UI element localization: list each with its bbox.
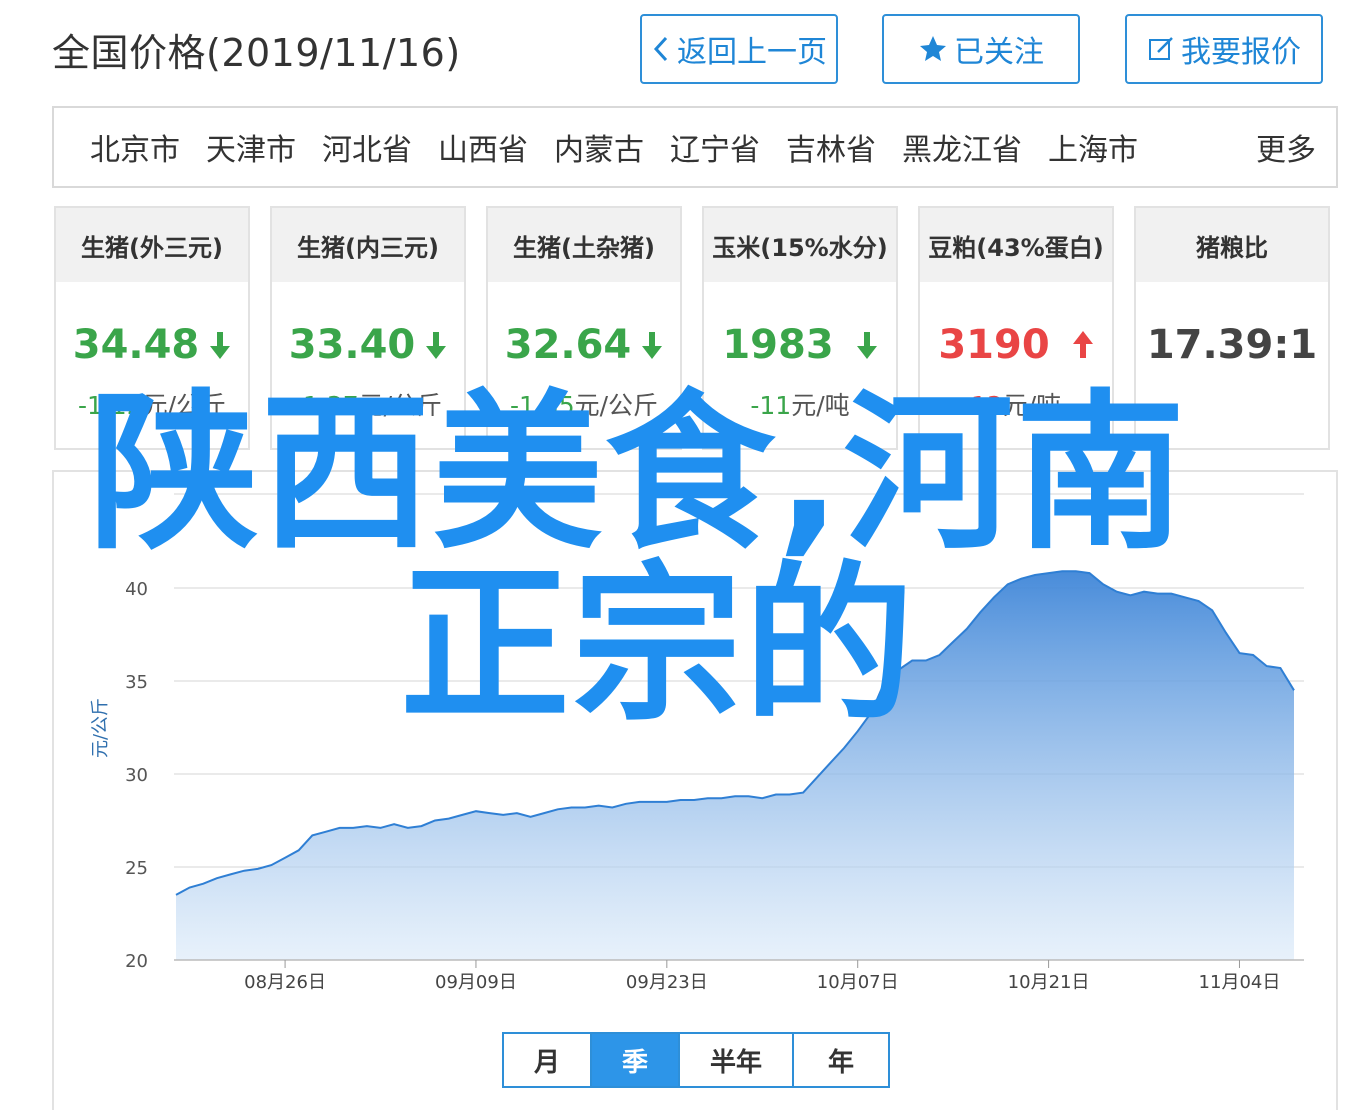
province-item[interactable]: 内蒙古 — [554, 125, 644, 169]
arrow-down-icon — [425, 324, 447, 370]
y-tick-label: 35 — [125, 672, 148, 693]
province-item[interactable]: 黑龙江省 — [902, 125, 1022, 169]
x-tick-label: 10月07日 — [817, 972, 899, 993]
y-tick-label: 20 — [125, 951, 148, 972]
series-area — [176, 571, 1294, 960]
price-chart: 20 25 30 35 40 元/公斤 08月26日 09月09日 09月23日 10月07日 10… — [90, 493, 1304, 993]
price-card[interactable]: 玉米(15%水分) 1983 -11元/吨 — [702, 206, 898, 450]
y-axis-label: 元/公斤 — [90, 698, 111, 758]
price-card[interactable]: 生猪(外三元) 34.48 -1.12元/公斤 — [54, 206, 250, 450]
card-title: 玉米(15%水分) — [704, 208, 896, 282]
range-year-button[interactable]: 年 — [794, 1034, 888, 1086]
x-tick-label: 09月09日 — [435, 972, 517, 993]
star-icon — [918, 34, 948, 64]
province-item[interactable]: 辽宁省 — [670, 125, 760, 169]
province-bar: 北京市 天津市 河北省 山西省 内蒙古 辽宁省 吉林省 黑龙江省 上海市 更多 — [52, 106, 1338, 188]
province-item[interactable]: 山西省 — [438, 125, 528, 169]
card-change: 13元/吨 — [970, 391, 1062, 420]
price-card[interactable]: 豆粕(43%蛋白) 3190 13元/吨 — [918, 206, 1114, 450]
x-tick-label: 10月21日 — [1008, 972, 1090, 993]
back-button-label: 返回上一页 — [677, 35, 827, 70]
range-quarter-button[interactable]: 季 — [592, 1034, 680, 1086]
province-item[interactable]: 上海市 — [1048, 125, 1138, 169]
card-change: -1.35元/公斤 — [509, 391, 659, 420]
y-tick-label: 30 — [125, 765, 148, 786]
chevron-left-icon — [651, 35, 671, 63]
card-change: -1.37元/公斤 — [293, 391, 443, 420]
card-change: -1.12元/公斤 — [77, 391, 227, 420]
card-value: 1983 — [704, 322, 896, 370]
card-value: 34.48 — [56, 322, 248, 370]
province-item[interactable]: 吉林省 — [786, 125, 876, 169]
page-title: 全国价格(2019/11/16) — [52, 31, 461, 75]
back-button[interactable]: 返回上一页 — [640, 14, 838, 84]
edit-icon — [1147, 35, 1175, 63]
quote-button[interactable]: 我要报价 — [1125, 14, 1323, 84]
x-tick-label: 08月26日 — [244, 972, 326, 993]
price-card[interactable]: 生猪(内三元) 33.40 -1.37元/公斤 — [270, 206, 466, 450]
follow-button-label: 已关注 — [954, 35, 1044, 70]
province-item[interactable]: 河北省 — [322, 125, 412, 169]
card-value: 32.64 — [488, 322, 680, 370]
card-title: 猪粮比 — [1136, 208, 1328, 282]
follow-button[interactable]: 已关注 — [882, 14, 1080, 84]
arrow-down-icon — [209, 324, 231, 370]
range-halfyear-button[interactable]: 半年 — [680, 1034, 794, 1086]
range-month-button[interactable]: 月 — [504, 1034, 592, 1086]
y-tick-label: 25 — [125, 858, 148, 879]
card-title: 豆粕(43%蛋白) — [920, 208, 1112, 282]
arrow-down-icon — [641, 324, 663, 370]
card-change: -11元/吨 — [750, 391, 850, 420]
x-tick-label: 09月23日 — [626, 972, 708, 993]
price-card[interactable]: 猪粮比 17.39:1 — [1134, 206, 1330, 450]
price-card[interactable]: 生猪(土杂猪) 32.64 -1.35元/公斤 — [486, 206, 682, 450]
y-tick-label: 40 — [125, 579, 148, 600]
card-value: 17.39:1 — [1146, 322, 1318, 368]
arrow-up-icon — [1072, 324, 1094, 370]
province-item[interactable]: 天津市 — [206, 125, 296, 169]
province-item[interactable]: 北京市 — [90, 125, 180, 169]
x-tick-label: 11月04日 — [1199, 972, 1281, 993]
card-title: 生猪(外三元) — [56, 208, 248, 282]
card-value: 3190 — [920, 322, 1112, 370]
more-provinces-link[interactable]: 更多 — [1256, 125, 1316, 169]
card-title: 生猪(土杂猪) — [488, 208, 680, 282]
quote-button-label: 我要报价 — [1181, 35, 1301, 70]
card-value: 33.40 — [272, 322, 464, 370]
arrow-down-icon — [856, 324, 878, 370]
price-chart-panel: 20 25 30 35 40 元/公斤 08月26日 09月09日 09月23日 10月07日 10… — [52, 470, 1338, 1110]
range-selector: 月 季 半年 年 — [502, 1032, 890, 1088]
card-title: 生猪(内三元) — [272, 208, 464, 282]
